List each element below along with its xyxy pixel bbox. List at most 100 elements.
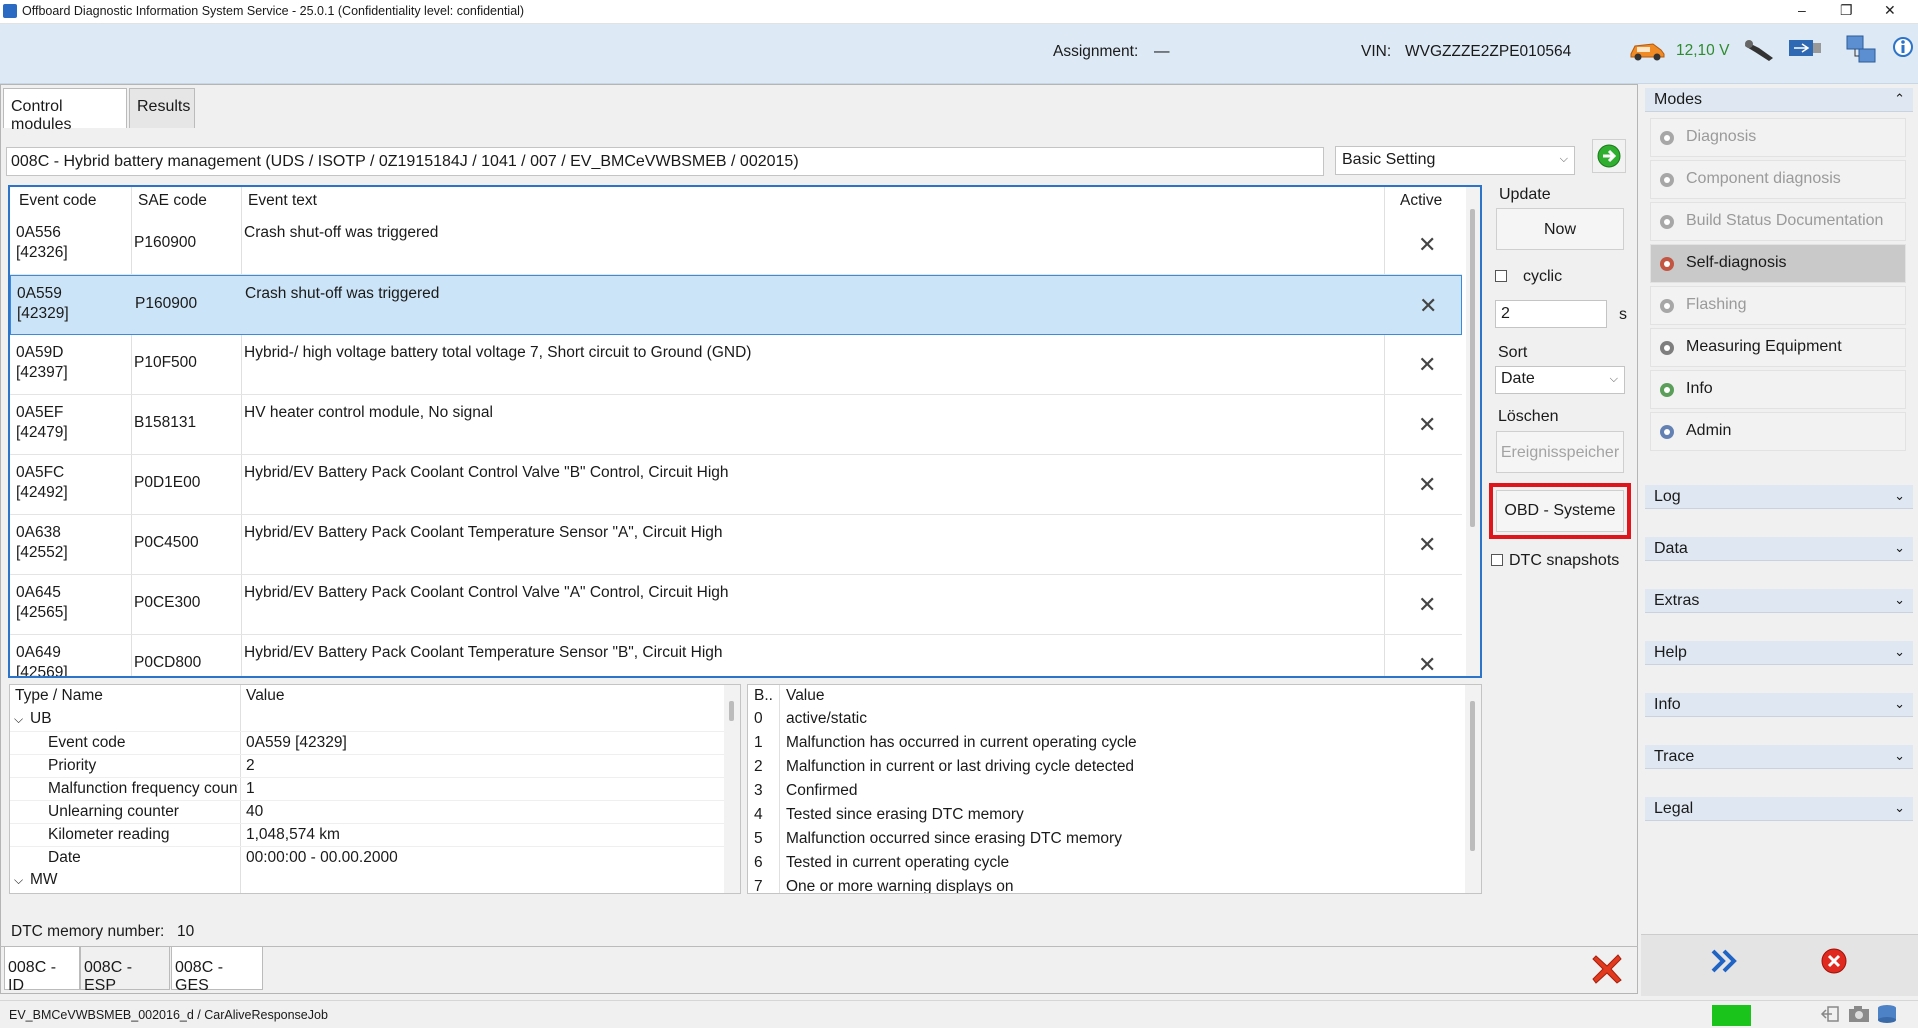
event-number: [42569] [16,664,68,678]
database-icon[interactable] [1876,1004,1898,1027]
mode-admin[interactable]: Admin [1650,412,1906,451]
forward-icon[interactable] [1710,947,1740,980]
mode-flashing[interactable]: Flashing [1650,286,1906,325]
maximize-button[interactable]: ❐ [1840,2,1853,19]
sidebar-section-help[interactable]: Help ⌄ [1645,641,1913,665]
detail-value: 0A559 [42329] [246,734,347,751]
sae-code: P0C4500 [134,534,199,551]
status-bits-panel: B.. Value 0 active/static 1 Malfunction has… [747,684,1482,894]
table-row[interactable]: 0A559 [42329] P160900 Crash shut-off was tr… [10,275,1462,335]
group-ub[interactable]: ⌵ UB [10,708,740,731]
bottom-tab-id[interactable]: 008C - ID [4,946,80,994]
table-row[interactable]: 0A5FC [42492] P0D1E00 Hybrid/EV Battery Pac… [10,455,1462,515]
mode-label: Component diagnosis [1686,170,1841,187]
minimize-button[interactable]: – [1798,2,1806,18]
bits-header-bit[interactable]: B.. [754,687,773,705]
cyclic-checkbox[interactable] [1495,270,1510,285]
status-bit-row[interactable]: 6 Tested in current operating cycle [748,852,1481,875]
camera-icon[interactable] [1848,1005,1870,1026]
detail-row[interactable]: Unlearning counter 40 [10,800,740,823]
chevron-down-icon: ⌵ [14,873,24,887]
dtc-table-scrollbar[interactable] [1466,187,1480,676]
mode-info[interactable]: Info [1650,370,1906,409]
chevron-up-icon: ⌃ [1894,91,1905,106]
exit-icon[interactable] [1820,947,1848,980]
active-x-icon: ✕ [1418,412,1437,437]
group-mw[interactable]: ⌵ MW [10,869,740,892]
document-icon [1656,213,1678,231]
arrow-right-green-icon [1597,144,1621,168]
bottom-tab-esp[interactable]: 008C - ESP [80,946,170,994]
status-bit-value: Tested since erasing DTC memory [786,806,1024,823]
table-row[interactable]: 0A645 [42565] P0CE300 Hybrid/EV Battery Pac… [10,575,1462,635]
details-header-name[interactable]: Type / Name [15,687,103,705]
mode-select[interactable]: Basic Setting ⌵ [1335,146,1575,175]
sidebar-section-legal[interactable]: Legal ⌄ [1645,797,1913,821]
detail-row[interactable]: Priority 2 [10,754,740,777]
detail-row[interactable]: Date 00:00:00 - 00.00.2000 [10,846,740,869]
info-icon[interactable] [1892,35,1914,64]
header-event-text[interactable]: Event text [248,192,317,210]
header-event-code[interactable]: Event code [19,192,97,210]
header-sae-code[interactable]: SAE code [138,192,207,210]
assignment-label: Assignment: [1053,43,1139,60]
go-button[interactable] [1592,139,1626,173]
sort-select[interactable]: Date ⌵ [1495,366,1625,394]
mode-component-diagnosis[interactable]: Component diagnosis [1650,160,1906,199]
clear-event-memory-button[interactable]: Ereignisspeicher [1496,431,1624,473]
mode-build-status-documentation[interactable]: Build Status Documentation [1650,202,1906,241]
logout-icon[interactable] [1820,1005,1840,1026]
voltage-readout: 12,10 V [1676,42,1730,59]
detail-row[interactable]: Event code 0A559 [42329] [10,731,740,754]
detail-name: Date [48,849,81,866]
details-header-value[interactable]: Value [246,687,285,705]
section-label: Log [1654,488,1681,505]
detail-row[interactable]: Kilometer reading 1,048,574 km [10,823,740,846]
mode-self-diagnosis[interactable]: Self-diagnosis [1650,244,1906,283]
table-row[interactable]: 0A59D [42397] P10F500 Hybrid-/ high voltage… [10,335,1462,395]
close-window-button[interactable]: ✕ [1884,2,1896,19]
chevron-down-icon: ⌄ [1894,800,1905,815]
table-row[interactable]: 0A638 [42552] P0C4500 Hybrid/EV Battery Pac… [10,515,1462,575]
bits-header-value[interactable]: Value [786,687,825,705]
obd-systeme-button[interactable]: OBD - Systeme [1496,490,1624,532]
event-text: Hybrid-/ high voltage battery total volt… [244,344,752,361]
dtc-table: Event code SAE code Event text Active 0A… [8,185,1482,678]
table-row[interactable]: 0A5EF [42479] B158131 HV heater control mod… [10,395,1462,455]
status-bit-row[interactable]: 4 Tested since erasing DTC memory [748,804,1481,827]
tab-control-modules[interactable]: Control modules [3,88,127,133]
status-bit-row[interactable]: 3 Confirmed [748,780,1481,803]
status-bit-row[interactable]: 0 active/static [748,708,1481,731]
status-bit-number: 5 [754,830,763,847]
table-row[interactable]: 0A649 [42569] P0CD800 Hybrid/EV Battery Pac… [10,635,1462,678]
status-bit-row[interactable]: 2 Malfunction in current or last driving … [748,756,1481,779]
sidebar-section-info[interactable]: Info ⌄ [1645,693,1913,717]
bits-scrollbar[interactable] [1465,685,1481,893]
vin-label: VIN: [1361,43,1392,60]
table-row[interactable]: 0A556 [42326] P160900 Crash shut-off was tr… [10,215,1462,275]
status-bit-row[interactable]: 1 Malfunction has occurred in current ope… [748,732,1481,755]
header-active[interactable]: Active [1400,192,1442,210]
admin-gear-icon [1656,423,1678,441]
mode-measuring-equipment[interactable]: Measuring Equipment [1650,328,1906,367]
cyclic-interval-input[interactable]: 2 [1495,300,1607,328]
update-now-button[interactable]: Now [1496,208,1624,250]
mode-label: Diagnosis [1686,128,1757,145]
status-bit-row[interactable]: 5 Malfunction occurred since erasing DTC … [748,828,1481,851]
close-module-icon[interactable] [1590,952,1624,991]
gauge-icon [1656,339,1678,357]
details-scrollbar[interactable] [724,685,740,893]
event-code: 0A638 [16,524,61,541]
tab-results[interactable]: Results [129,88,195,128]
status-bit-row[interactable]: 7 One or more warning displays on [748,876,1481,893]
sidebar-section-modes[interactable]: Modes ⌃ [1645,88,1913,112]
dtc-snapshots-checkbox[interactable] [1491,554,1506,569]
sidebar-section-trace[interactable]: Trace ⌄ [1645,745,1913,769]
mode-diagnosis[interactable]: Diagnosis [1650,118,1906,157]
bottom-tab-ges[interactable]: 008C - GES [171,946,263,994]
sidebar-section-log[interactable]: Log ⌄ [1645,485,1913,509]
detail-name: Event code [48,734,126,751]
detail-row[interactable]: Malfunction frequency counter 1 [10,777,740,800]
sidebar-section-data[interactable]: Data ⌄ [1645,537,1913,561]
sidebar-section-extras[interactable]: Extras ⌄ [1645,589,1913,613]
